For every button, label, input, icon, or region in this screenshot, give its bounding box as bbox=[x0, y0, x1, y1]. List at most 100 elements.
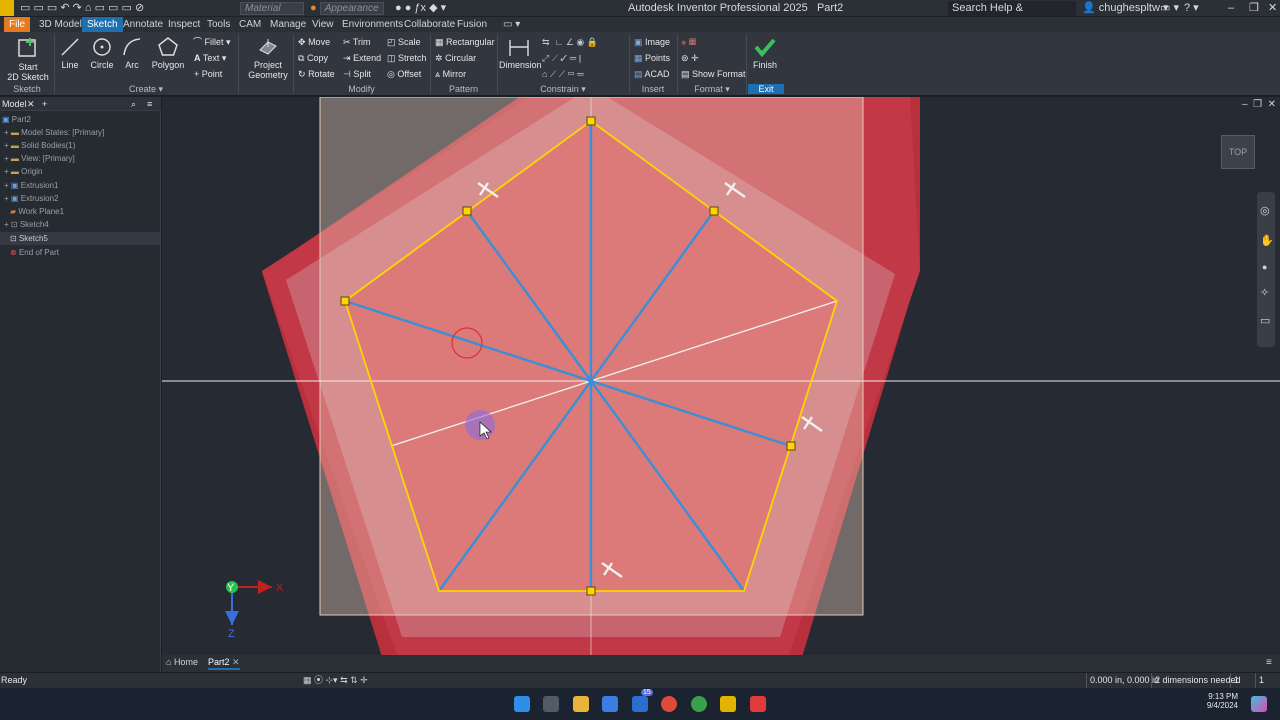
copy-button[interactable]: ⧉ Copy bbox=[298, 53, 328, 64]
line-button[interactable]: Line bbox=[58, 36, 82, 70]
tree-item-sketch4[interactable]: + ⊡ Sketch4 bbox=[4, 218, 49, 231]
show-format-button[interactable]: ▤ Show Format bbox=[681, 69, 746, 80]
chrome-icon[interactable] bbox=[661, 696, 677, 712]
sketch-viewport[interactable]: Y X Z bbox=[162, 97, 1280, 655]
tab-annotate[interactable]: Annotate bbox=[118, 17, 168, 32]
tab-file[interactable]: File bbox=[4, 17, 31, 32]
midpoint-point[interactable] bbox=[586, 586, 596, 596]
rotate-button[interactable]: ↻ Rotate bbox=[298, 69, 335, 80]
orbit-icon[interactable]: ✧ bbox=[1260, 286, 1269, 299]
tab-model[interactable]: Model bbox=[2, 97, 27, 111]
home-tab[interactable]: ⌂ Home bbox=[166, 657, 198, 667]
quick-tools[interactable]: ● ● ƒx ◆ ▾ bbox=[395, 1, 446, 16]
graphics-window[interactable]: Y X Z TOP ◎ ✋ ● ✧ ▭ – ❐ ✕ bbox=[162, 97, 1280, 655]
project-geometry-button[interactable]: Project Geometry bbox=[245, 36, 291, 80]
midpoint-point[interactable] bbox=[462, 206, 472, 216]
quick-access-toolbar[interactable]: ▭ ▭ ▭ ↶ ↷ ⌂ ▭ ▭ ▭ ⊘ bbox=[20, 1, 144, 16]
add-browser-icon[interactable]: + bbox=[42, 97, 47, 111]
appearance-dropdown[interactable]: ● Appearance bbox=[310, 1, 384, 16]
close-tab-icon[interactable]: ✕ bbox=[232, 657, 240, 667]
dimension-button[interactable]: Dimension bbox=[499, 36, 542, 70]
sketch-status-tools[interactable]: ▦ ⦿ ⊹▾ ⇆ ⇅ ✛ bbox=[303, 673, 368, 688]
steering-wheel-icon[interactable]: ◎ bbox=[1260, 204, 1270, 217]
task-view-icon[interactable] bbox=[543, 696, 559, 712]
fillet-button[interactable]: ⌒ Fillet ▾ bbox=[193, 37, 231, 48]
inventor-taskbar-icon[interactable] bbox=[720, 696, 736, 712]
tree-item-sketch5[interactable]: ⊡ Sketch5 bbox=[0, 232, 160, 245]
constraint-tools-row2[interactable]: ⤢ ⟋ ✓ ═ ∥ bbox=[542, 53, 581, 64]
inventor-logo-icon[interactable] bbox=[0, 0, 14, 16]
chrome-profile-icon[interactable] bbox=[691, 696, 707, 712]
tab-tools[interactable]: Tools bbox=[202, 17, 235, 32]
tabs-menu-icon[interactable]: ≡ bbox=[1266, 657, 1272, 668]
split-button[interactable]: ⊣ Split bbox=[343, 69, 371, 80]
tree-item-origin[interactable]: + ▬ Origin bbox=[4, 165, 42, 178]
image-button[interactable]: ▣ Image bbox=[634, 37, 670, 48]
tab-cam[interactable]: CAM bbox=[234, 17, 266, 32]
tree-item-model-states[interactable]: + ▬ Model States: [Primary] bbox=[4, 126, 104, 139]
cart-icon[interactable]: ▭ ▾ bbox=[1160, 1, 1179, 16]
zoom-icon[interactable]: ● bbox=[1262, 262, 1267, 272]
store-icon[interactable] bbox=[602, 696, 618, 712]
tab-environments[interactable]: Environments bbox=[337, 17, 408, 32]
zoom-app-icon[interactable]: 15 bbox=[632, 689, 653, 712]
circle-button[interactable]: Circle bbox=[88, 36, 116, 70]
menu-icon[interactable]: ≡ bbox=[147, 97, 152, 111]
look-at-icon[interactable]: ▭ bbox=[1260, 314, 1270, 327]
format-tools[interactable]: ⚹ ▦ bbox=[681, 37, 696, 48]
restore-button[interactable]: ❐ bbox=[1249, 1, 1259, 16]
user-account[interactable]: 👤 chughespltw ▾ bbox=[1082, 1, 1169, 16]
trim-button[interactable]: ✂ Trim bbox=[343, 37, 371, 48]
text-button[interactable]: A Text ▾ bbox=[194, 53, 226, 64]
circular-pattern-button[interactable]: ✲ Circular bbox=[435, 53, 476, 64]
point-button[interactable]: + Point bbox=[194, 69, 222, 80]
part2-tab[interactable]: Part2 ✕ bbox=[208, 657, 240, 670]
move-button[interactable]: ✥ Move bbox=[298, 37, 330, 48]
pan-icon[interactable]: ✋ bbox=[1260, 234, 1274, 247]
tab-fusion[interactable]: Fusion bbox=[452, 17, 492, 32]
acad-button[interactable]: ▤ ACAD bbox=[634, 69, 670, 80]
tab-sketch[interactable]: Sketch bbox=[82, 17, 123, 32]
tab-manage[interactable]: Manage bbox=[265, 17, 311, 32]
tab-3d-model[interactable]: 3D Model bbox=[34, 17, 87, 32]
scale-button[interactable]: ◰ Scale bbox=[387, 37, 421, 48]
tab-view[interactable]: View bbox=[307, 17, 339, 32]
viewcube[interactable]: TOP bbox=[1221, 135, 1255, 169]
tree-item-part2[interactable]: ▣ Part2 bbox=[2, 113, 31, 126]
tab-collaborate[interactable]: Collaborate bbox=[399, 17, 460, 32]
tree-item-end-of-part[interactable]: ⊗ End of Part bbox=[10, 246, 59, 259]
midpoint-point[interactable] bbox=[709, 206, 719, 216]
tab-inspect[interactable]: Inspect bbox=[163, 17, 205, 32]
navigation-bar[interactable]: ◎ ✋ ● ✧ ▭ bbox=[1257, 192, 1275, 347]
arc-button[interactable]: Arc bbox=[120, 36, 144, 70]
close-browser-icon[interactable]: ✕ bbox=[27, 97, 35, 111]
extend-button[interactable]: ⇥ Extend bbox=[343, 53, 381, 64]
tree-item-extrusion2[interactable]: + ▣ Extrusion2 bbox=[4, 192, 59, 205]
stretch-button[interactable]: ◫ Stretch bbox=[387, 53, 427, 64]
rectangular-pattern-button[interactable]: ▦ Rectangular bbox=[435, 37, 495, 48]
snagit-icon[interactable] bbox=[750, 696, 766, 712]
constraint-tools[interactable]: ⇆ ∟ ∠ ◉ 🔒 bbox=[542, 37, 598, 48]
polygon-button[interactable]: Polygon bbox=[150, 36, 186, 70]
search-help-input[interactable]: Search Help & Commands... bbox=[948, 1, 1076, 29]
points-button[interactable]: ▦ Points bbox=[634, 53, 670, 64]
file-explorer-icon[interactable] bbox=[573, 696, 589, 712]
format-tools-row2[interactable]: ⊚ ✛ bbox=[681, 53, 699, 64]
center-point[interactable] bbox=[588, 378, 594, 384]
tree-item-work-plane1[interactable]: ▰ Work Plane1 bbox=[10, 205, 64, 218]
help-icon[interactable]: ? ▾ bbox=[1184, 1, 1199, 16]
tab-more[interactable]: ▭ ▾ bbox=[498, 17, 525, 32]
vertex-point[interactable] bbox=[586, 116, 596, 126]
copilot-icon[interactable] bbox=[1251, 696, 1267, 712]
minimize-button[interactable]: – bbox=[1228, 1, 1234, 16]
midpoint-point[interactable] bbox=[786, 441, 796, 451]
tree-item-solid-bodies[interactable]: + ▬ Solid Bodies(1) bbox=[4, 139, 75, 152]
tree-item-view[interactable]: + ▬ View: [Primary] bbox=[4, 152, 75, 165]
finish-sketch-button[interactable]: Finish bbox=[748, 36, 782, 70]
mirror-button[interactable]: ⩓ Mirror bbox=[435, 69, 466, 80]
windows-start-icon[interactable] bbox=[514, 696, 530, 712]
vertex-point[interactable] bbox=[340, 296, 350, 306]
graphics-window-controls[interactable]: – ❐ ✕ bbox=[1242, 99, 1276, 110]
material-dropdown[interactable]: Material bbox=[240, 1, 304, 16]
search-icon[interactable]: ⌕ bbox=[131, 97, 136, 111]
